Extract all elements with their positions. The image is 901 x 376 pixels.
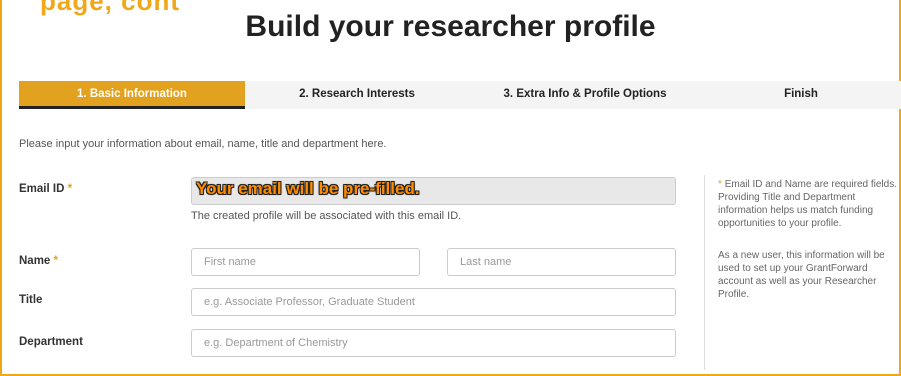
sidebar-required-mark: * — [718, 179, 722, 190]
email-label-text: Email ID — [19, 183, 65, 195]
title-field[interactable] — [191, 288, 676, 316]
page-title: Build your researcher profile — [245, 10, 656, 43]
step-progress-bar: 1. Basic Information 2. Research Interes… — [19, 81, 901, 109]
department-label: Department — [19, 336, 83, 348]
form-intro-text: Please input your information about emai… — [19, 138, 387, 150]
department-field[interactable] — [191, 329, 676, 357]
name-required-mark: * — [53, 255, 59, 267]
sidebar-note-new-user: As a new user, this information will be … — [718, 250, 885, 300]
title-label: Title — [19, 294, 43, 306]
name-label: Name * — [19, 255, 58, 267]
email-field[interactable] — [191, 177, 676, 205]
email-help-text: The created profile will be associated w… — [191, 210, 462, 222]
sidebar-divider — [704, 175, 705, 370]
name-label-text: Name — [19, 255, 51, 267]
sidebar-note-required-text: Email ID and Name are required fields. P… — [718, 179, 897, 229]
last-name-field[interactable] — [447, 248, 676, 276]
step-finish[interactable]: Finish — [701, 81, 901, 109]
step-basic-information[interactable]: 1. Basic Information — [19, 81, 245, 109]
email-required-mark: * — [67, 183, 73, 195]
sidebar-note-required: * Email ID and Name are required fields.… — [718, 178, 901, 230]
step-extra-info-profile-options[interactable]: 3. Extra Info & Profile Options — [469, 81, 701, 109]
step-research-interests[interactable]: 2. Research Interests — [245, 81, 469, 109]
email-label: Email ID * — [19, 183, 72, 195]
first-name-field[interactable] — [191, 248, 420, 276]
